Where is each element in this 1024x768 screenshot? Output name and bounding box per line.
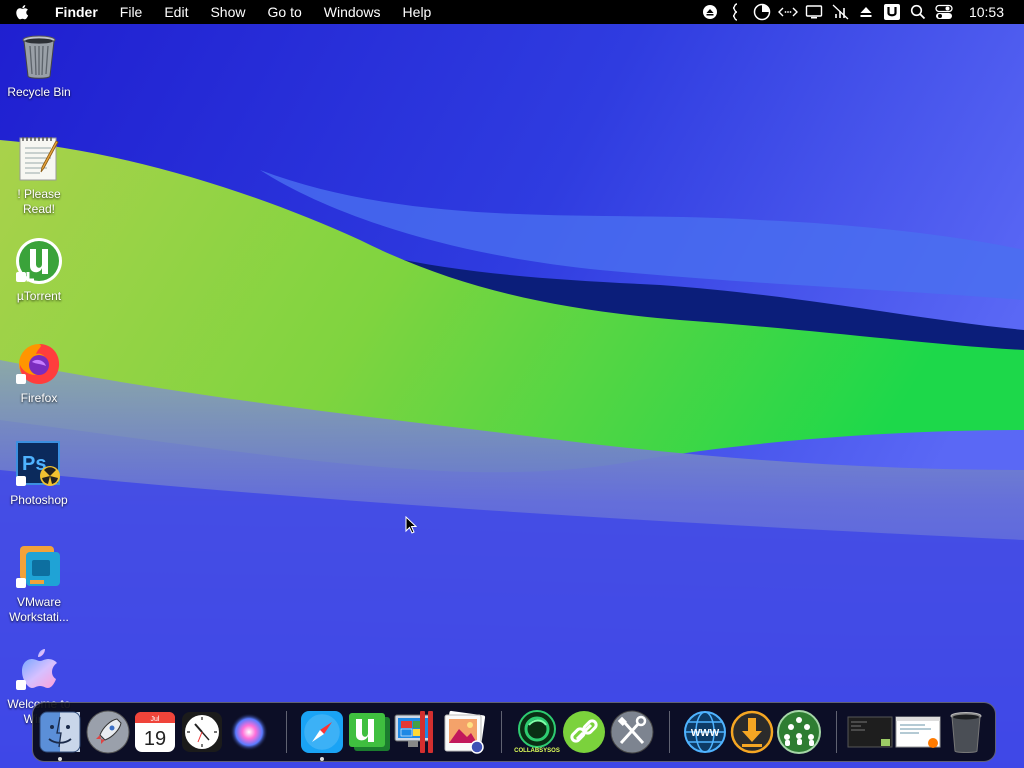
u-badge-icon[interactable] — [879, 0, 905, 24]
dock-finder-icon[interactable] — [37, 709, 83, 755]
dock-rocket-icon[interactable] — [85, 709, 131, 755]
recycle-bin-icon — [14, 32, 64, 82]
display-icon[interactable] — [801, 0, 827, 24]
dock-clock-icon[interactable] — [179, 709, 225, 755]
dock-parallels-icon[interactable] — [393, 709, 439, 755]
dock-trash-icon[interactable] — [943, 709, 989, 755]
desktop-icon-recycle-bin[interactable]: Recycle Bin — [0, 32, 78, 100]
running-indicator — [58, 757, 62, 761]
menubar-clock[interactable]: 10:53 — [957, 0, 1024, 24]
dock-calendar-icon[interactable]: Jul 19 — [132, 709, 178, 755]
alias-arrow-icon — [16, 680, 26, 690]
mouse-cursor — [405, 516, 417, 534]
menu-file[interactable]: File — [109, 0, 154, 24]
firefox-icon — [14, 338, 64, 388]
desktop-icon-utorrent[interactable]: µTorrent — [0, 236, 78, 304]
alias-arrow-icon — [16, 476, 26, 486]
dock-link-icon[interactable] — [561, 709, 607, 755]
svg-text:COLLABSYSOS: COLLABSYSOS — [514, 748, 560, 754]
timer-icon[interactable] — [749, 0, 775, 24]
text-document-icon — [14, 134, 64, 184]
dock-safari-icon[interactable] — [299, 709, 345, 755]
desktop-icon-firefox[interactable]: Firefox — [0, 338, 78, 406]
eject-icon[interactable] — [697, 0, 723, 24]
menu-windows[interactable]: Windows — [313, 0, 392, 24]
dock-collabsysos-icon[interactable]: COLLABSYSOS — [514, 709, 560, 755]
alias-arrow-icon — [16, 578, 26, 588]
desktop-icon-vmware[interactable]: VMware Workstati... — [0, 542, 78, 625]
dock-tools-icon[interactable] — [609, 709, 655, 755]
dock-window-thumbnail-icon[interactable] — [847, 709, 893, 755]
running-indicator — [320, 757, 324, 761]
photoshop-icon: Ps — [14, 440, 64, 490]
menu-edit[interactable]: Edit — [153, 0, 199, 24]
script-icon[interactable] — [723, 0, 749, 24]
dock-separator — [836, 711, 837, 753]
desktop-icon-label: ! Please Read! — [17, 187, 61, 216]
dock-www-globe-icon[interactable]: WWW — [682, 709, 728, 755]
utorrent-icon — [14, 236, 64, 286]
dock-download-icon[interactable] — [729, 709, 775, 755]
desktop-icon-label: Firefox — [20, 391, 58, 405]
dock-people-network-icon[interactable] — [776, 709, 822, 755]
dock-utorrent-icon[interactable] — [346, 709, 392, 755]
apple-menu-icon[interactable] — [0, 4, 44, 20]
menu-bar: Finder File Edit Show Go to Windows Help — [0, 0, 1024, 24]
desktop-wallpaper — [0, 0, 1024, 768]
status-area — [697, 0, 957, 24]
dock: Jul 19 COLLABSYSOS WWW — [32, 702, 996, 762]
alias-arrow-icon — [16, 374, 26, 384]
dock-siri-icon[interactable] — [226, 709, 272, 755]
desktop-icon-label: VMware Workstati... — [9, 595, 69, 624]
alias-arrow-icon — [16, 272, 26, 282]
dock-photo-viewer-icon[interactable] — [441, 709, 487, 755]
dock-separator — [286, 711, 287, 753]
dock-separator — [669, 711, 670, 753]
control-center-icon[interactable] — [931, 0, 957, 24]
menu-show[interactable]: Show — [199, 0, 256, 24]
menu-finder[interactable]: Finder — [44, 0, 109, 24]
desktop-icon-label: Photoshop — [10, 493, 68, 507]
desktop-icon-photoshop[interactable]: Ps Photoshop — [0, 440, 78, 508]
svg-text:Jul: Jul — [151, 716, 160, 723]
svg-text:19: 19 — [144, 728, 166, 750]
desktop-icon-label: Recycle Bin — [7, 85, 71, 99]
vmware-icon — [14, 542, 64, 592]
svg-text:WWW: WWW — [691, 728, 720, 739]
desktop-icon-please-read[interactable]: ! Please Read! — [0, 134, 78, 217]
desktop-icon-label: µTorrent — [16, 289, 62, 303]
menu-help[interactable]: Help — [392, 0, 443, 24]
apple-logo-icon — [14, 644, 64, 694]
wifi-off-icon[interactable] — [827, 0, 853, 24]
eject-up-icon[interactable] — [853, 0, 879, 24]
search-icon[interactable] — [905, 0, 931, 24]
dock-separator — [501, 711, 502, 753]
menu-go-to[interactable]: Go to — [257, 0, 313, 24]
code-arrows-icon[interactable] — [775, 0, 801, 24]
dock-window-thumbnail-icon[interactable] — [895, 709, 941, 755]
